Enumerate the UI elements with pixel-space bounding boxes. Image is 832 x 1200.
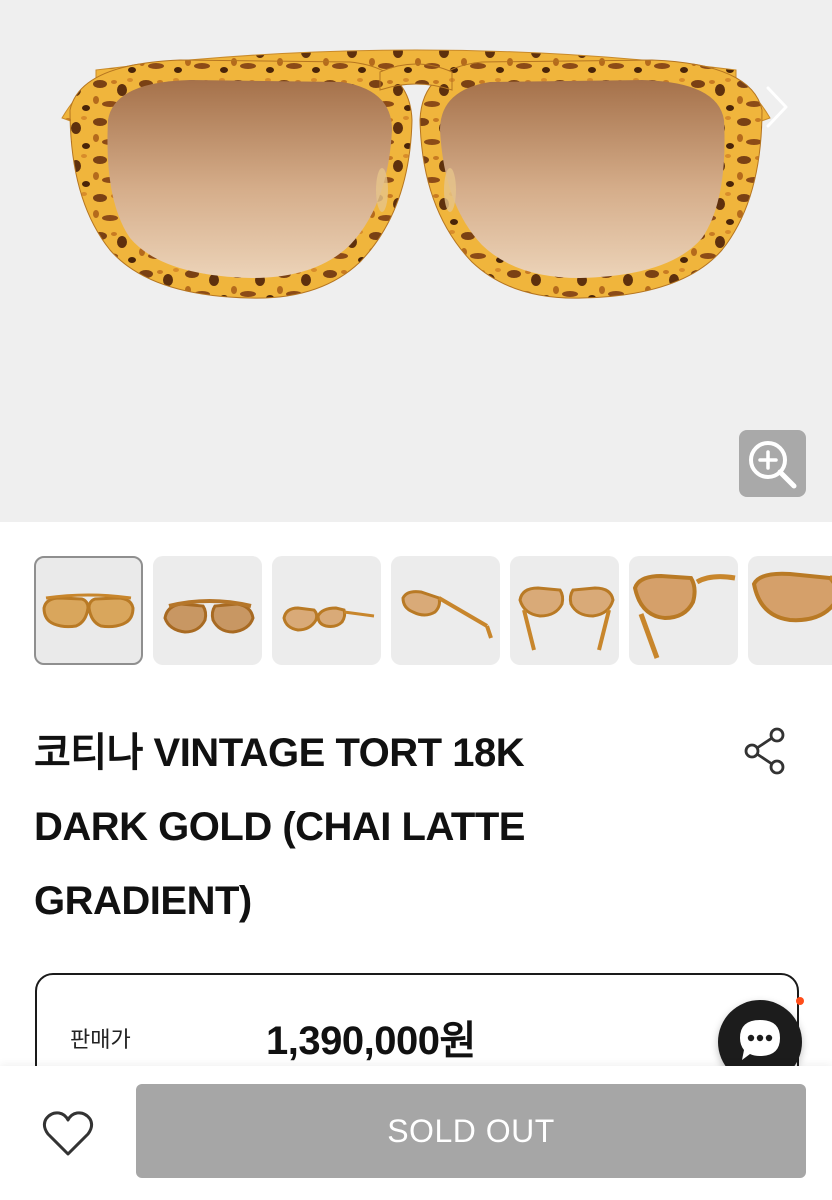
thumbnail-image [42,593,135,629]
thumbnail-image [163,599,255,634]
chat-notification-badge [796,997,804,1005]
heart-icon[interactable] [40,1108,96,1160]
thumbnail-image [401,590,493,639]
zoom-button[interactable] [739,430,806,497]
product-main-image[interactable] [0,0,832,522]
zoom-in-icon [749,441,797,489]
thumbnail-2[interactable] [153,556,262,665]
thumbnail-6[interactable] [629,556,738,665]
thumbnail-image [751,571,832,623]
thumbnail-4[interactable] [391,556,500,665]
thumbnail-image [518,586,615,651]
thumbnail-strip [34,556,832,668]
thumbnail-3[interactable] [272,556,381,665]
thumbnail-5[interactable] [510,556,619,665]
product-title-line-1: 코티나 VINTAGE TORT 18K [34,731,525,775]
thumbnail-1[interactable] [34,556,143,665]
product-title-line-2: DARK GOLD (CHAI LATTE [34,805,525,849]
share-icon[interactable] [742,726,788,776]
thumbnail-image [282,606,375,632]
sold-out-button[interactable]: SOLD OUT [136,1084,806,1178]
price-label: 판매가 [70,1027,131,1052]
product-title-line-3: GRADIENT) [34,879,252,923]
price-value: 1,390,000원 [266,1019,476,1063]
chevron-right-icon[interactable] [756,82,796,132]
thumbnail-image [632,573,736,659]
product-title: 코티나 VINTAGE TORT 18K DARK GOLD (CHAI LAT… [34,716,674,938]
thumbnail-7[interactable] [748,556,832,665]
sunglasses-image [61,49,771,299]
